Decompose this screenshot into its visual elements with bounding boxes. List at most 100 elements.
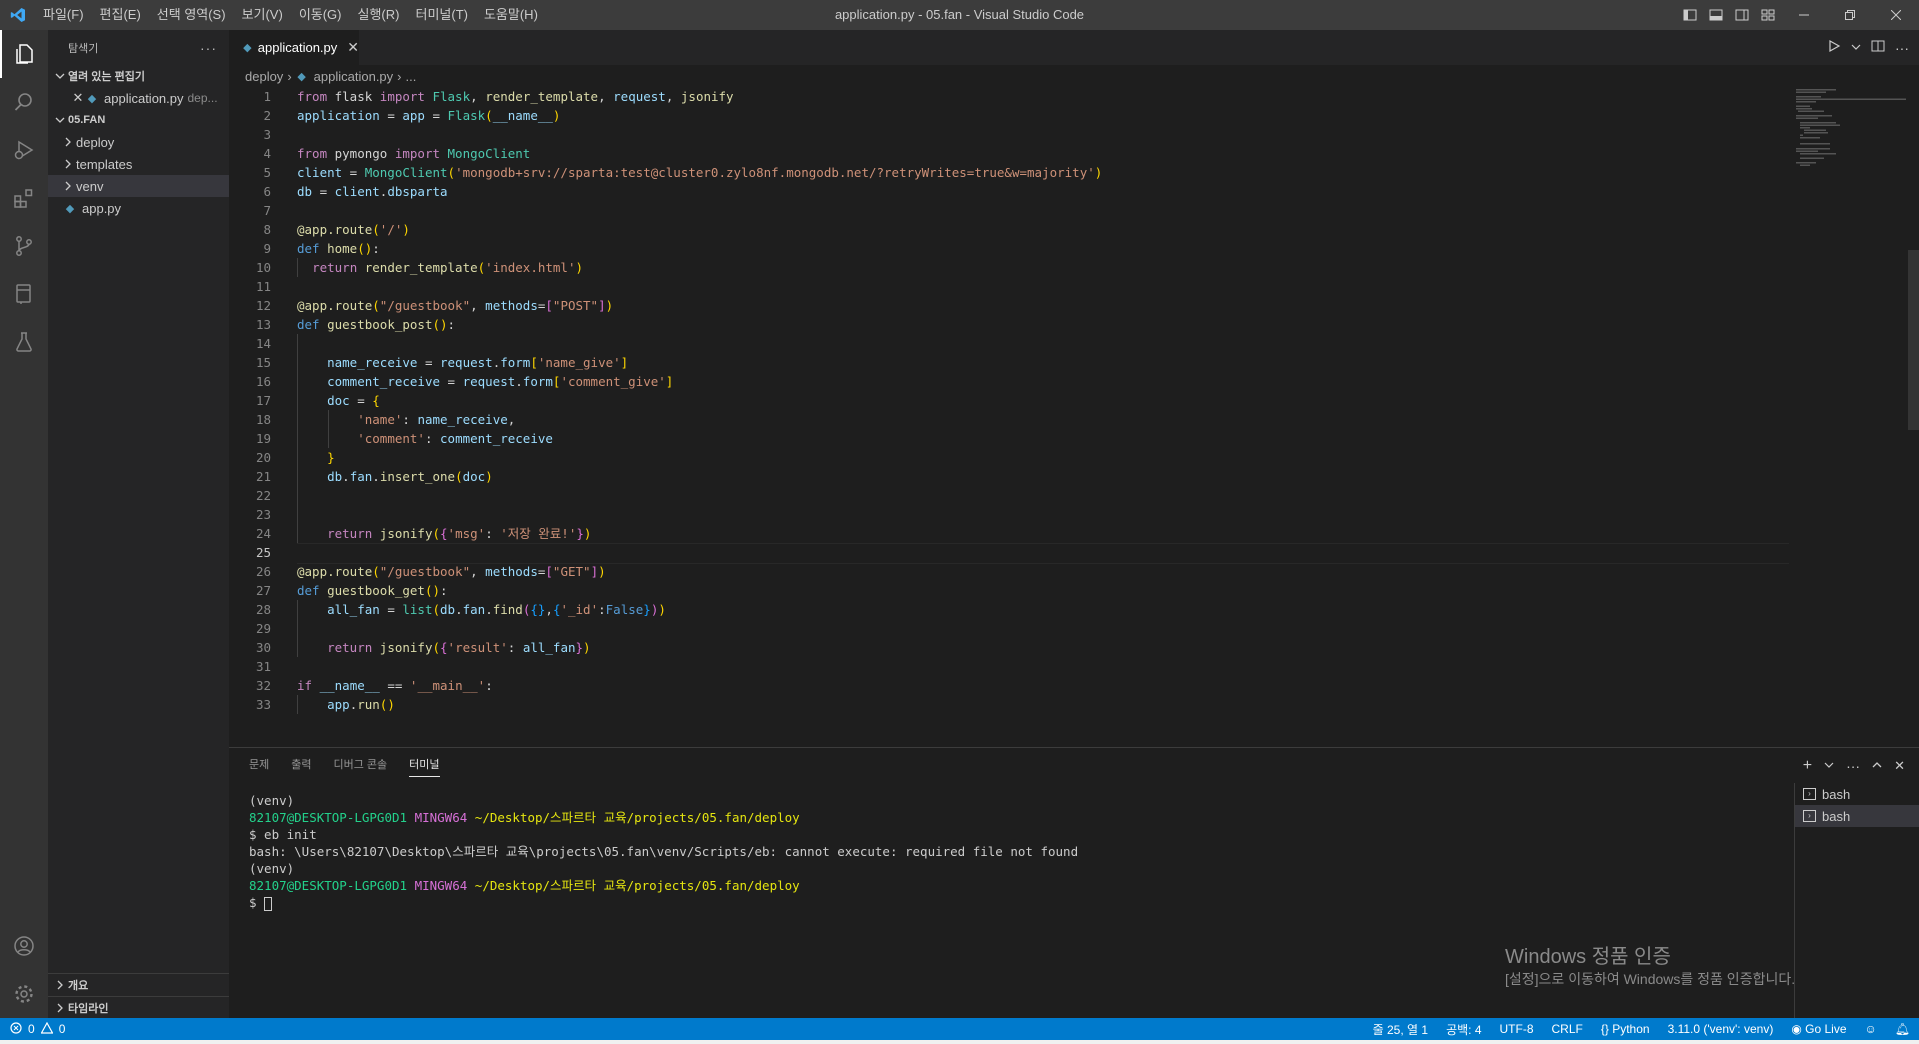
code-line[interactable]: 13 def guestbook_post(): — [229, 315, 1789, 334]
code-line[interactable]: 11 — [229, 277, 1789, 296]
code-line[interactable]: 9 def home(): — [229, 239, 1789, 258]
end-of-line[interactable]: CRLF — [1543, 1022, 1592, 1036]
menu-item[interactable]: 도움말(H) — [476, 0, 546, 30]
indentation[interactable]: 공백: 4 — [1437, 1021, 1490, 1038]
open-editor-item[interactable]: ✕ ◆ application.py dep... — [48, 87, 229, 109]
breadcrumb-folder[interactable]: deploy — [245, 69, 283, 84]
code-line[interactable]: 3 — [229, 125, 1789, 144]
new-terminal-icon[interactable]: + — [1803, 757, 1812, 775]
run-debug-icon[interactable] — [0, 126, 48, 174]
code-line[interactable]: 10 return render_template('index.html') — [229, 258, 1789, 277]
code-line[interactable]: 26 @app.route("/guestbook", methods=["GET… — [229, 562, 1789, 581]
code-line[interactable]: 21 db.fan.insert_one(doc) — [229, 467, 1789, 486]
menu-item[interactable]: 터미널(T) — [407, 0, 475, 30]
code-line[interactable]: 25 — [229, 543, 1789, 564]
code-line[interactable]: 19 'comment': comment_receive — [229, 429, 1789, 448]
code-line[interactable]: 17 doc = { — [229, 391, 1789, 410]
run-options-chevron-icon[interactable] — [1851, 40, 1861, 55]
tab-application-py[interactable]: ◆ application.py ✕ — [229, 30, 359, 65]
code-line[interactable]: 31 — [229, 657, 1789, 676]
run-python-file-icon[interactable] — [1827, 39, 1841, 56]
extensions-icon[interactable] — [0, 174, 48, 222]
code-line[interactable]: 30 return jsonify({'result': all_fan}) — [229, 638, 1789, 657]
code-line[interactable]: 6 db = client.dbsparta — [229, 182, 1789, 201]
close-window-icon[interactable] — [1873, 0, 1919, 30]
tab-terminal[interactable]: 터미널 — [409, 748, 440, 783]
tab-debug-console[interactable]: 디버그 콘솔 — [334, 748, 388, 783]
minimize-window-icon[interactable] — [1781, 0, 1827, 30]
toggle-primary-sidebar-icon[interactable] — [1677, 0, 1703, 30]
language-mode[interactable]: {} Python — [1592, 1022, 1659, 1036]
code-editor[interactable]: 1 from flask import Flask, render_templat… — [229, 87, 1789, 747]
close-icon[interactable]: ✕ — [70, 90, 86, 106]
close-tab-icon[interactable]: ✕ — [347, 39, 359, 56]
more-actions-icon[interactable]: ··· — [1846, 758, 1860, 774]
code-line[interactable]: 4 from pymongo import MongoClient — [229, 144, 1789, 163]
more-actions-icon[interactable]: ··· — [1895, 40, 1909, 56]
code-line[interactable]: 16 comment_receive = request.form['comme… — [229, 372, 1789, 391]
manage-gear-icon[interactable] — [0, 970, 48, 1018]
breadcrumb-symbol[interactable]: ... — [406, 69, 417, 84]
maximize-panel-icon[interactable] — [1872, 758, 1882, 773]
tree-item-venv[interactable]: venv — [48, 175, 229, 197]
menu-item[interactable]: 편집(E) — [92, 0, 149, 30]
code-line[interactable]: 27 def guestbook_get(): — [229, 581, 1789, 600]
breadcrumb-file[interactable]: application.py — [314, 69, 394, 84]
code-line[interactable]: 29 — [229, 619, 1789, 638]
customize-layout-icon[interactable] — [1755, 0, 1781, 30]
timeline-section[interactable]: 타임라인 — [48, 996, 229, 1018]
terminal-output[interactable]: (venv) 82107@DESKTOP-LGPG0D1 MINGW64 ~/D… — [249, 792, 1078, 911]
notifications-bell-icon[interactable]: 🔔︎ — [1886, 1022, 1919, 1036]
menu-item[interactable]: 이동(G) — [291, 0, 350, 30]
toggle-secondary-sidebar-icon[interactable] — [1729, 0, 1755, 30]
code-line[interactable]: 32 if __name__ == '__main__': — [229, 676, 1789, 695]
search-icon[interactable] — [0, 78, 48, 126]
code-line[interactable]: 7 — [229, 201, 1789, 220]
code-line[interactable]: 23 — [229, 505, 1789, 524]
code-line[interactable]: 20 } — [229, 448, 1789, 467]
code-line[interactable]: 15 name_receive = request.form['name_giv… — [229, 353, 1789, 372]
terminal-instance[interactable]: › bash — [1795, 783, 1919, 805]
tree-item-app-py[interactable]: ◆ app.py — [48, 197, 229, 219]
code-line[interactable]: 33 app.run() — [229, 695, 1789, 714]
feedback-icon[interactable]: ☺ — [1856, 1022, 1886, 1036]
tree-item-templates[interactable]: templates — [48, 153, 229, 175]
restore-window-icon[interactable] — [1827, 0, 1873, 30]
editor-scrollbar[interactable] — [1908, 250, 1919, 430]
open-editors-section[interactable]: 열려 있는 편집기 — [48, 65, 229, 87]
menu-item[interactable]: 실행(R) — [350, 0, 408, 30]
explorer-icon[interactable] — [0, 30, 48, 78]
tab-problems[interactable]: 문제 — [249, 748, 269, 783]
go-live-button[interactable]: ◉ Go Live — [1782, 1022, 1855, 1036]
workspace-folder-section[interactable]: 05.FAN — [48, 109, 229, 131]
terminal-instance[interactable]: › bash — [1795, 805, 1919, 827]
python-interpreter[interactable]: 3.11.0 ('venv': venv) — [1659, 1022, 1783, 1036]
encoding[interactable]: UTF-8 — [1491, 1022, 1543, 1036]
account-icon[interactable] — [0, 922, 48, 970]
problems-status[interactable]: 0 0 — [0, 1021, 65, 1037]
split-editor-icon[interactable] — [1871, 39, 1885, 56]
menu-item[interactable]: 파일(F) — [35, 0, 92, 30]
menu-item[interactable]: 보기(V) — [234, 0, 291, 30]
code-line[interactable]: 2 application = app = Flask(__name__) — [229, 106, 1789, 125]
tree-item-deploy[interactable]: deploy — [48, 131, 229, 153]
more-actions-icon[interactable]: ··· — [200, 40, 217, 56]
code-line[interactable]: 22 — [229, 486, 1789, 505]
cursor-position[interactable]: 줄 25, 열 1 — [1364, 1021, 1437, 1038]
code-line[interactable]: 14 — [229, 334, 1789, 353]
code-line[interactable]: 28 all_fan = list(db.fan.find({},{'_id':… — [229, 600, 1789, 619]
code-line[interactable]: 24 return jsonify({'msg': '저장 완료!'}) — [229, 524, 1789, 543]
tab-output[interactable]: 출력 — [291, 748, 311, 783]
minimap[interactable] — [1790, 87, 1908, 167]
outline-section[interactable]: 개요 — [48, 974, 229, 996]
code-line[interactable]: 12 @app.route("/guestbook", methods=["POS… — [229, 296, 1789, 315]
testing-icon[interactable] — [0, 318, 48, 366]
terminal-profile-chevron-icon[interactable] — [1824, 758, 1834, 773]
code-line[interactable]: 5 client = MongoClient('mongodb+srv://spa… — [229, 163, 1789, 182]
menu-item[interactable]: 선택 영역(S) — [149, 0, 234, 30]
code-line[interactable]: 8 @app.route('/') — [229, 220, 1789, 239]
toggle-panel-icon[interactable] — [1703, 0, 1729, 30]
close-panel-icon[interactable]: ✕ — [1894, 758, 1905, 774]
code-line[interactable]: 18 'name': name_receive, — [229, 410, 1789, 429]
terminal-input-line[interactable]: $ — [249, 894, 1078, 911]
